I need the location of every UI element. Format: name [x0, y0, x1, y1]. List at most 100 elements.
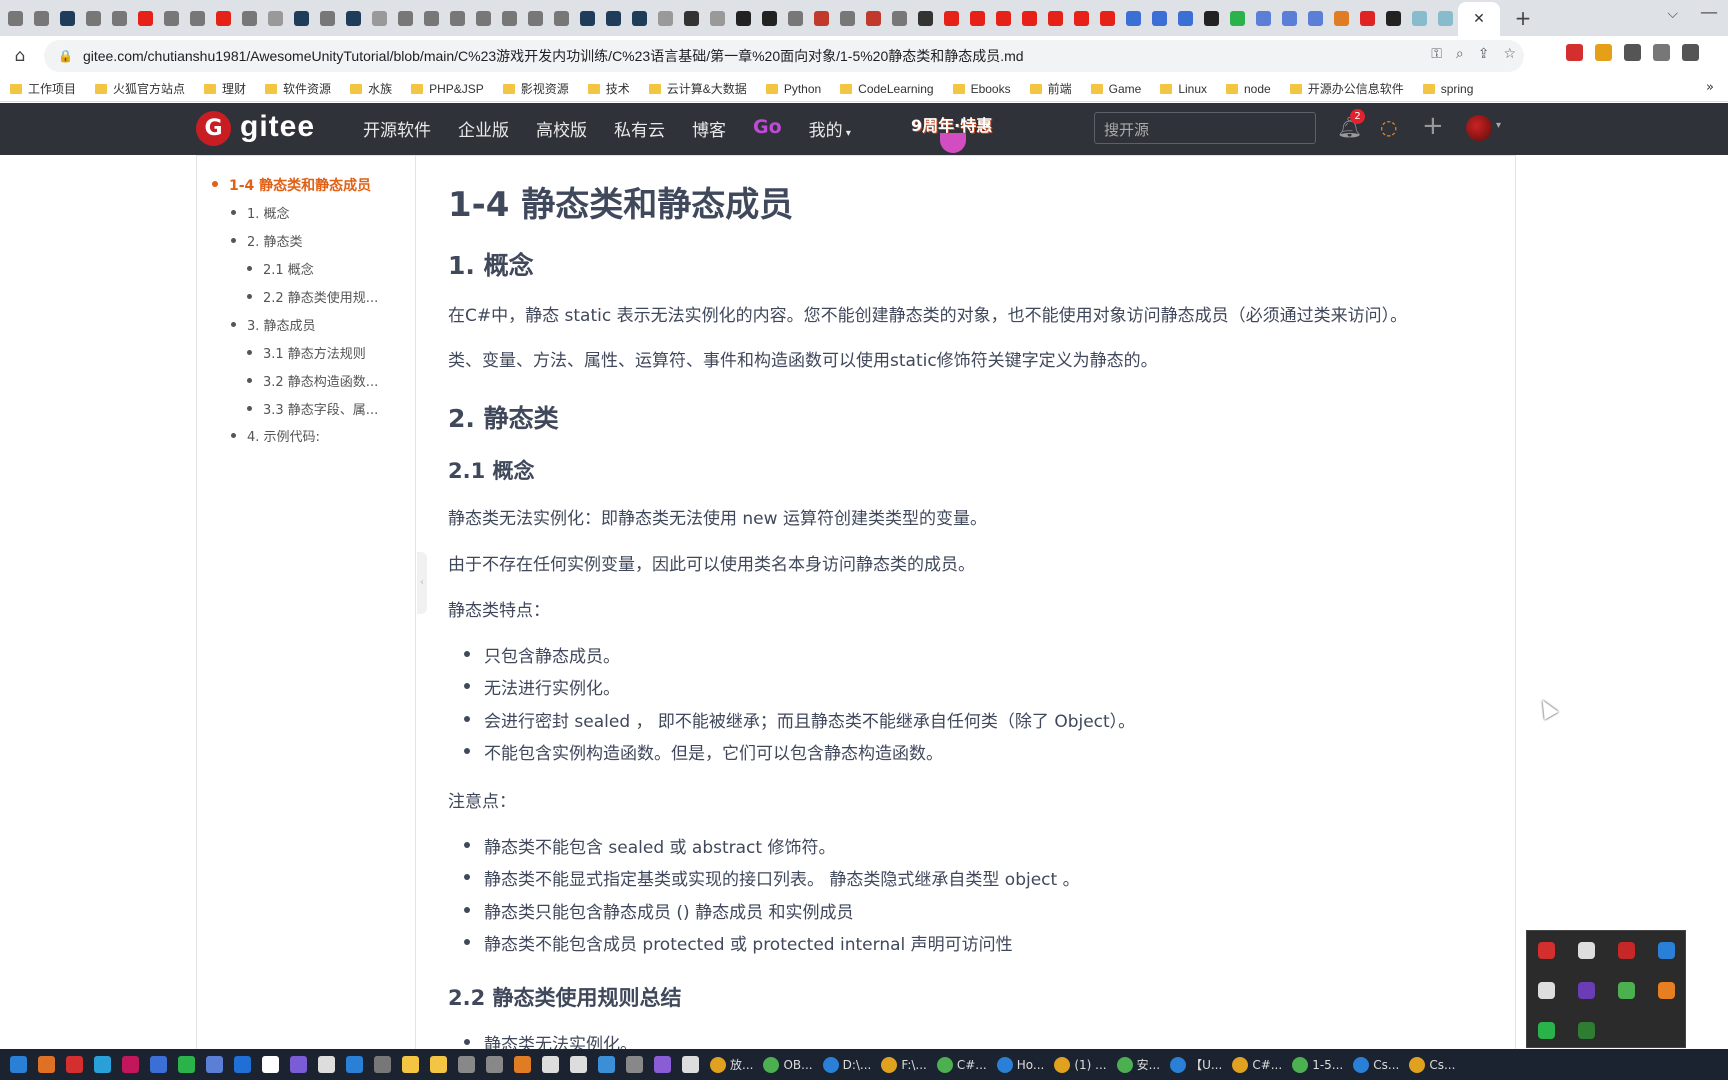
nav-private-cloud[interactable]: 私有云: [614, 116, 665, 141]
tray-app-icon[interactable]: [1538, 982, 1555, 999]
taskbar-window-button[interactable]: Cs...: [1409, 1056, 1455, 1073]
active-tab[interactable]: ✕: [1458, 2, 1500, 36]
taskbar-app-icon[interactable]: [598, 1056, 615, 1073]
bookmark-item[interactable]: Ebooks: [952, 82, 1011, 96]
collapse-toc-handle[interactable]: ‹: [417, 552, 427, 614]
tray-app-icon[interactable]: [1578, 942, 1595, 959]
taskbar-app-icon[interactable]: [542, 1056, 559, 1073]
tab-favicon[interactable]: [964, 3, 990, 33]
tab-favicon[interactable]: [366, 3, 392, 33]
toc-item[interactable]: 2.2 静态类使用规...: [247, 287, 378, 306]
tab-favicon[interactable]: [652, 3, 678, 33]
tab-favicon[interactable]: [236, 3, 262, 33]
tab-favicon[interactable]: [1120, 3, 1146, 33]
extension-icon[interactable]: [1682, 44, 1699, 61]
zoom-icon[interactable]: ⌕: [1456, 46, 1464, 62]
tab-favicon[interactable]: [678, 3, 704, 33]
bookmarks-more-icon[interactable]: »: [1706, 80, 1720, 95]
tab-favicon[interactable]: [80, 3, 106, 33]
toc-item[interactable]: 1-4 静态类和静态成员: [212, 175, 371, 195]
taskbar-app-icon[interactable]: [626, 1056, 643, 1073]
tray-app-icon[interactable]: [1618, 942, 1635, 959]
taskbar-app-icon[interactable]: [570, 1056, 587, 1073]
tab-favicon[interactable]: [418, 3, 444, 33]
taskbar-app-icon[interactable]: [374, 1056, 391, 1073]
tab-favicon[interactable]: [1042, 3, 1068, 33]
bookmark-item[interactable]: node: [1226, 82, 1271, 96]
tray-app-icon[interactable]: [1618, 982, 1635, 999]
taskbar-app-icon[interactable]: [262, 1056, 279, 1073]
tab-favicon[interactable]: [522, 3, 548, 33]
bookmark-item[interactable]: 工作项目: [10, 80, 76, 97]
taskbar-window-button[interactable]: C#...: [936, 1056, 987, 1073]
tab-favicon[interactable]: [730, 3, 756, 33]
taskbar-app-icon[interactable]: [514, 1056, 531, 1073]
toc-item[interactable]: 3. 静态成员: [231, 315, 316, 334]
url-text[interactable]: gitee.com/chutianshu1981/AwesomeUnityTut…: [83, 46, 1024, 66]
toc-item[interactable]: 2.1 概念: [247, 259, 314, 278]
bookmark-item[interactable]: 软件资源: [265, 80, 331, 97]
taskbar-app-icon[interactable]: [206, 1056, 223, 1073]
tab-favicon[interactable]: [1224, 3, 1250, 33]
taskbar-window-button[interactable]: OB...: [763, 1056, 813, 1073]
tab-favicon[interactable]: [990, 3, 1016, 33]
nav-blog[interactable]: 博客: [692, 116, 726, 141]
bookmark-item[interactable]: 火狐官方站点: [95, 80, 185, 97]
tab-favicon[interactable]: [1198, 3, 1224, 33]
taskbar-app-icon[interactable]: [150, 1056, 167, 1073]
tab-favicon[interactable]: [2, 3, 28, 33]
extension-icon[interactable]: [1566, 44, 1583, 61]
tab-favicon[interactable]: [938, 3, 964, 33]
toc-item[interactable]: 2. 静态类: [231, 231, 303, 250]
tab-favicon[interactable]: [1276, 3, 1302, 33]
taskbar-window-button[interactable]: F:\...: [881, 1056, 927, 1073]
tab-favicon[interactable]: [314, 3, 340, 33]
tab-favicon[interactable]: [262, 3, 288, 33]
taskbar-app-icon[interactable]: [122, 1056, 139, 1073]
omnibox[interactable]: 🔒 gitee.com/chutianshu1981/AwesomeUnityT…: [44, 40, 1524, 72]
tab-favicon[interactable]: [704, 3, 730, 33]
bookmark-item[interactable]: 开源办公信息软件: [1289, 80, 1404, 97]
share-icon[interactable]: ⇪: [1478, 46, 1490, 62]
tab-favicon[interactable]: [184, 3, 210, 33]
taskbar-window-button[interactable]: C#...: [1232, 1056, 1282, 1073]
tab-favicon[interactable]: [1068, 3, 1094, 33]
taskbar-window-button[interactable]: Ho...: [996, 1056, 1044, 1073]
tab-favicon[interactable]: [1094, 3, 1120, 33]
tab-favicon[interactable]: [288, 3, 314, 33]
taskbar-window-button[interactable]: 【U...: [1170, 1056, 1222, 1073]
tab-favicon[interactable]: [54, 3, 80, 33]
tab-favicon[interactable]: [1146, 3, 1172, 33]
start-icon[interactable]: [10, 1056, 27, 1073]
nav-go[interactable]: Go: [753, 116, 782, 141]
taskbar-app-icon[interactable]: [66, 1056, 83, 1073]
tab-favicon[interactable]: [340, 3, 366, 33]
bookmark-item[interactable]: 理财: [204, 80, 246, 97]
tab-favicon[interactable]: [1328, 3, 1354, 33]
nav-enterprise[interactable]: 企业版: [458, 116, 509, 141]
extension-icon[interactable]: [1624, 44, 1641, 61]
tab-favicon[interactable]: [886, 3, 912, 33]
tab-favicon[interactable]: [548, 3, 574, 33]
gitee-logo-text[interactable]: gitee: [240, 110, 315, 144]
taskbar-window-button[interactable]: (1) ...: [1054, 1056, 1107, 1073]
bookmark-item[interactable]: Linux: [1160, 82, 1207, 96]
tab-favicon[interactable]: [834, 3, 860, 33]
tab-favicon[interactable]: [496, 3, 522, 33]
tab-favicon[interactable]: [28, 3, 54, 33]
nav-mine[interactable]: 我的 ▾: [809, 116, 851, 141]
tab-favicon[interactable]: [1250, 3, 1276, 33]
bookmark-star-icon[interactable]: ☆: [1503, 46, 1516, 62]
taskbar-app-icon[interactable]: [178, 1056, 195, 1073]
tab-favicon[interactable]: [1302, 3, 1328, 33]
tab-favicon[interactable]: [626, 3, 652, 33]
tab-favicon[interactable]: [392, 3, 418, 33]
taskbar-app-icon[interactable]: [430, 1056, 447, 1073]
lock-icon[interactable]: 🔒: [58, 49, 73, 63]
extension-icon[interactable]: [1653, 44, 1670, 61]
tray-app-icon[interactable]: [1538, 1022, 1555, 1039]
tab-favicon[interactable]: [912, 3, 938, 33]
taskbar-app-icon[interactable]: [486, 1056, 503, 1073]
tray-app-icon[interactable]: [1578, 1022, 1595, 1039]
toc-item[interactable]: 3.1 静态方法规则: [247, 343, 366, 362]
